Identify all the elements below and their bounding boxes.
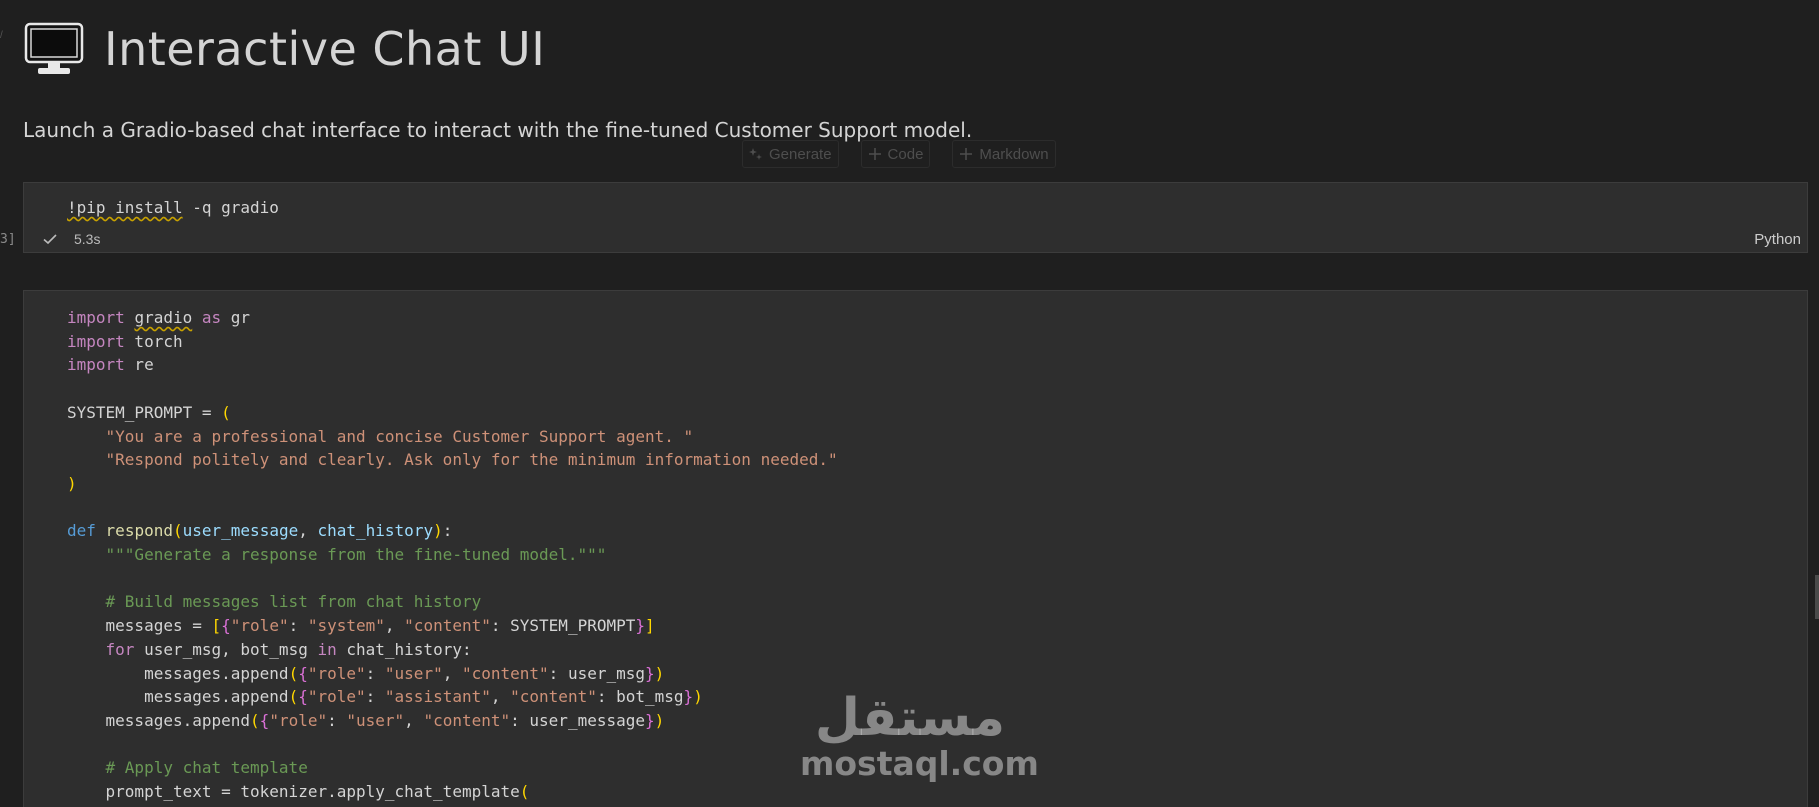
scrollbar-thumb[interactable]: [1815, 575, 1819, 619]
add-code-cell-button[interactable]: Code: [860, 140, 931, 168]
collapse-gutter-mark[interactable]: /: [0, 30, 6, 41]
add-markdown-cell-button[interactable]: Markdown: [952, 140, 1056, 168]
execution-status: 5.3s: [42, 231, 100, 247]
markdown-label: Markdown: [979, 145, 1049, 163]
plus-icon: [960, 148, 973, 160]
monitor-icon: [24, 22, 84, 74]
code-token: !pip install: [67, 198, 183, 217]
execution-duration: 5.3s: [74, 231, 101, 247]
insert-cell-toolbar: Generate Code Markdown: [742, 140, 1056, 168]
execution-count: 3]: [0, 232, 16, 247]
cell-language-picker[interactable]: Python: [1754, 231, 1801, 248]
code-editor[interactable]: import gradio as gr import torch import …: [67, 306, 838, 804]
code-label: Code: [887, 145, 924, 163]
notebook-page: / Interactive Chat UI Launch a Gradio-ba…: [0, 0, 1819, 807]
code-editor[interactable]: !pip install -q gradio: [67, 196, 279, 220]
sparkle-icon: [749, 148, 762, 160]
generate-button[interactable]: Generate: [742, 140, 839, 168]
generate-label: Generate: [769, 145, 832, 163]
plus-icon: [868, 148, 881, 160]
page-title: Interactive Chat UI: [104, 22, 546, 76]
markdown-heading: Interactive Chat UI: [24, 22, 545, 76]
code-cell-chat-ui[interactable]: import gradio as gr import torch import …: [23, 290, 1808, 807]
check-icon: [43, 234, 57, 245]
code-token: -q gradio: [182, 198, 279, 217]
code-cell-pip-install[interactable]: !pip install -q gradio 5.3s Python: [23, 182, 1808, 253]
markdown-description: Launch a Gradio-based chat interface to …: [23, 118, 973, 142]
